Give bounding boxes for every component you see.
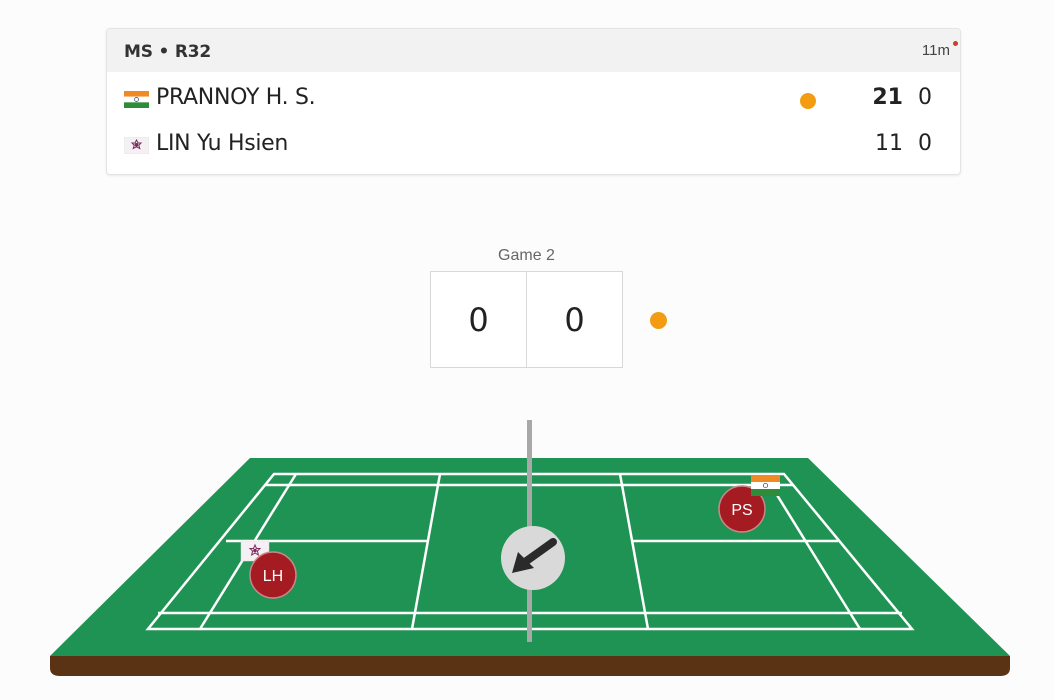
court-base [50,656,1010,676]
match-duration: 11m [921,42,950,59]
current-game-label: Game 2 [498,247,555,264]
match-card[interactable]: MS • R32 11m PRANNOY H. S. 21 0 LIN Yu H… [106,28,961,175]
player-initials: PS [731,502,752,519]
serve-indicator-icon [800,93,816,109]
serve-indicator-icon [650,312,667,329]
player-name: PRANNOY H. S. [156,85,316,110]
live-indicator-icon [953,41,958,46]
match-card-header: MS • R32 11m [107,29,960,72]
game1-score: 21 [872,85,903,110]
badminton-court: LH PS [50,420,1010,676]
player-initials: LH [263,568,283,585]
score-left: 0 [468,300,489,339]
player-row: PRANNOY H. S. 21 0 [107,76,960,120]
game2-score: 0 [918,131,932,156]
round-label: MS • R32 [124,42,212,62]
game1-score: 11 [875,131,903,156]
player-row: LIN Yu Hsien 11 0 [107,122,960,166]
current-game-scorebox: 0 0 [430,271,623,368]
score-right: 0 [526,272,622,367]
arrow-down-left-icon [501,526,565,590]
india-flag-icon [124,91,149,108]
chinese-taipei-flag-icon [124,137,149,154]
player-name: LIN Yu Hsien [156,131,289,156]
game2-score: 0 [918,85,932,110]
